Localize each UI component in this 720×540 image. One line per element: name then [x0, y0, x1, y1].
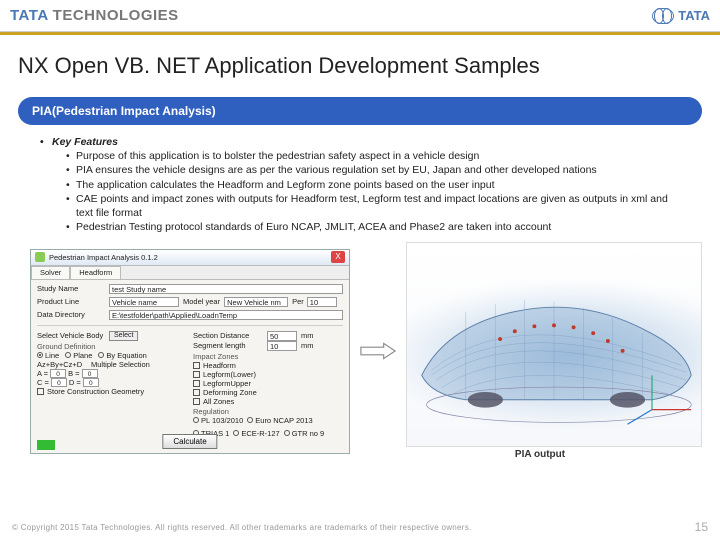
arrow-icon [358, 339, 398, 363]
app-icon [35, 252, 45, 262]
brand: TATA TECHNOLOGIES [10, 7, 179, 24]
pia-output-render [406, 242, 702, 447]
label-regulation: Regulation [193, 407, 343, 416]
button-select-vehicle[interactable]: Select [109, 331, 138, 341]
radio-reg-euroncap[interactable]: Euro NCAP 2013 [247, 416, 312, 425]
label-percentile: Per [292, 297, 304, 306]
tabstrip: Solver Headform [31, 266, 349, 280]
input-eq-c[interactable]: 0 [51, 378, 67, 387]
radio-by-equation[interactable]: By Equation [98, 351, 146, 360]
tata-mark: TATA [652, 8, 710, 24]
input-study-name[interactable]: test Study name [109, 284, 343, 294]
radio-reg-gtr[interactable]: GTR no 9 [284, 429, 325, 438]
chk-all-zones[interactable]: All Zones [193, 397, 343, 406]
window-title: Pedestrian Impact Analysis 0.1.2 [49, 253, 327, 262]
label-impact-zones: Impact Zones [193, 352, 343, 361]
input-segment-length[interactable]: 10 [267, 341, 297, 351]
feature-item: Purpose of this application is to bolste… [66, 149, 680, 163]
label-multisel: Multiple Selection [91, 360, 150, 369]
label-equation: Az+By+Cz+D [37, 360, 89, 369]
window-body: Study Name test Study name Product Line … [31, 280, 349, 453]
status-icon [37, 440, 55, 450]
input-eq-b[interactable]: 0 [82, 369, 98, 378]
calculate-button[interactable]: Calculate [162, 434, 217, 449]
page-title: NX Open VB. NET Application Development … [0, 35, 720, 89]
chk-legform-upper[interactable]: LegformUpper [193, 379, 343, 388]
header-bar: TATA TECHNOLOGIES TATA [0, 0, 720, 32]
brand-tech: TECHNOLOGIES [53, 7, 179, 24]
label-select-vehicle: Select Vehicle Body [37, 331, 105, 340]
tata-mark-text: TATA [678, 8, 710, 23]
input-data-dir[interactable]: E:\testfolder\path\Applied\LoadnTemp [109, 310, 343, 320]
input-eq-d[interactable]: 0 [83, 378, 99, 387]
chk-deforming-zone[interactable]: Deforming Zone [193, 388, 343, 397]
label-section-distance: Section Distance [193, 331, 263, 340]
label-data-dir: Data Directory [37, 310, 105, 319]
input-section-distance[interactable]: 50 [267, 331, 297, 341]
feature-item: Pedestrian Testing protocol standards of… [66, 220, 680, 234]
pia-window: Pedestrian Impact Analysis 0.1.2 X Solve… [30, 249, 350, 454]
label-segment-length: Segment length [193, 341, 263, 350]
label-model-year: Model year [183, 297, 220, 306]
radio-line[interactable]: Line [37, 351, 59, 360]
close-icon[interactable]: X [331, 251, 345, 263]
chk-legform-lower[interactable]: Legform(Lower) [193, 370, 343, 379]
titlebar: Pedestrian Impact Analysis 0.1.2 X [31, 250, 349, 266]
output-caption: PIA output [406, 449, 674, 460]
tab-headform[interactable]: Headform [70, 266, 121, 279]
tata-logo-icon [652, 8, 674, 24]
key-features: Key Features Purpose of this application… [40, 135, 680, 234]
label-ground-def: Ground Definition [37, 342, 187, 351]
feature-item: The application calculates the Headform … [66, 178, 680, 192]
feature-item: PIA ensures the vehicle designs are as p… [66, 163, 680, 177]
footer: © Copyright 2015 Tata Technologies. All … [12, 520, 708, 534]
radio-reg-pl[interactable]: PL 103/2010 [193, 416, 243, 425]
label-study-name: Study Name [37, 284, 105, 293]
input-percentile[interactable]: 10 [307, 297, 337, 307]
key-features-heading: Key Features [52, 136, 118, 148]
section-pill: PIA(Pedestrian Impact Analysis) [18, 97, 702, 125]
chk-headform[interactable]: Headform [193, 361, 343, 370]
input-product-line[interactable]: Vehicle name [109, 297, 179, 307]
input-model-year[interactable]: New Vehicle nm [224, 297, 288, 307]
checkbox-store-geometry[interactable]: Store Construction Geometry [37, 387, 187, 396]
radio-plane[interactable]: Plane [65, 351, 92, 360]
tab-solver[interactable]: Solver [31, 266, 70, 279]
feature-item: CAE points and impact zones with outputs… [66, 192, 680, 220]
input-eq-a[interactable]: 0 [50, 369, 66, 378]
copyright: © Copyright 2015 Tata Technologies. All … [12, 523, 472, 532]
mock-area: Pedestrian Impact Analysis 0.1.2 X Solve… [0, 238, 720, 460]
page-number: 15 [695, 520, 708, 534]
radio-reg-ece[interactable]: ECE-R-127 [233, 429, 279, 438]
brand-tata: TATA [10, 7, 49, 24]
label-product-line: Product Line [37, 297, 105, 306]
